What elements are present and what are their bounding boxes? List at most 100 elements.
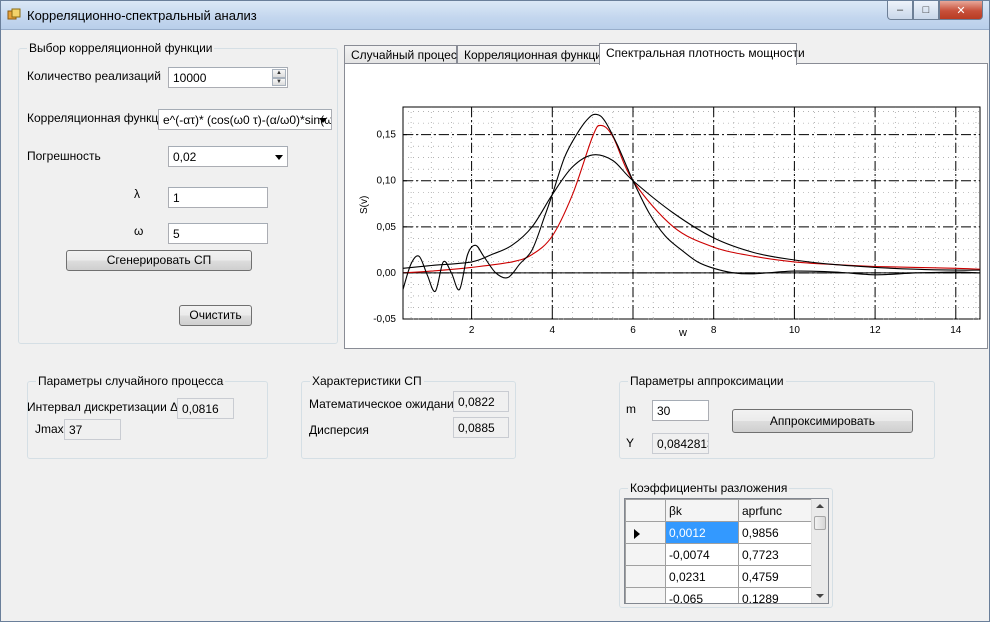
table-row[interactable]: -0,0074 0,7723 <box>625 543 812 566</box>
close-button[interactable]: ✕ <box>939 1 983 20</box>
window-title: Корреляционно-спектральный анализ <box>27 8 257 23</box>
y-field: 0,0842813 <box>652 433 709 454</box>
y-axis-label: S(v) <box>359 196 370 214</box>
table-header-row: βk aprfunc <box>625 499 812 522</box>
x-tick-label: 12 <box>870 325 882 336</box>
minimize-button[interactable]: ‒ <box>887 1 913 20</box>
table-row[interactable]: 0,0231 0,4759 <box>625 565 812 588</box>
clear-button[interactable]: Очистить <box>179 305 252 326</box>
approximate-button[interactable]: Аппроксимировать <box>732 409 913 433</box>
function-label: Корреляционная функция <box>27 111 172 125</box>
coefficients-table[interactable]: βk aprfunc 0,0012 0,9856 -0,0074 0,7723 … <box>624 498 829 604</box>
y-tick-label: 0,15 <box>377 130 397 141</box>
y-tick-label: 0,05 <box>377 222 397 233</box>
error-select[interactable]: 0,02 <box>168 146 288 167</box>
chevron-down-icon <box>275 155 283 160</box>
scroll-up-icon[interactable] <box>816 504 824 508</box>
row-header[interactable] <box>625 521 666 544</box>
x-tick-label: 14 <box>950 325 962 336</box>
error-value: 0,02 <box>173 150 197 164</box>
row-header-corner <box>625 499 666 522</box>
x-tick-label: 2 <box>469 325 475 336</box>
tab-correlation-function[interactable]: Корреляционная функция <box>457 45 609 64</box>
interval-label: Интервал дискретизации Δt <box>27 400 182 414</box>
mean-value: 0,0822 <box>458 395 495 409</box>
scroll-down-icon[interactable] <box>816 594 824 598</box>
function-select[interactable]: e^(-ατ)* (cos(ω0 τ)-(α/ω0)*sin(ω <box>158 109 332 130</box>
sp-characteristics-title: Характеристики СП <box>310 374 424 388</box>
coefficients-title: Коэффициенты разложения <box>628 481 790 495</box>
window-controls: ‒ □ ✕ <box>887 1 983 21</box>
table-scrollbar[interactable] <box>811 499 828 603</box>
tab-panel: 2 4 6 8 10 12 14 -0,05 0,00 0,05 0,10 0,15 S(v) w <box>344 63 988 349</box>
app-icon <box>7 8 21 20</box>
omega-label: ω <box>134 224 144 238</box>
row-header[interactable] <box>625 543 666 566</box>
table-cell[interactable]: 0,7723 <box>738 543 812 566</box>
variance-value: 0,0885 <box>458 421 495 435</box>
jmax-field: 37 <box>64 419 121 440</box>
y-tick-label: 0,10 <box>377 176 397 187</box>
chart-plot-area <box>402 106 981 320</box>
x-tick-label: 4 <box>550 325 556 336</box>
tab-spectral-density[interactable]: Спектральная плотность мощности <box>599 43 805 65</box>
table-cell[interactable]: 0,4759 <box>738 565 812 588</box>
scrollbar-thumb[interactable] <box>814 516 826 530</box>
spin-down-icon[interactable]: ▼ <box>272 77 286 86</box>
y-tick-label: 0,00 <box>377 268 397 279</box>
table-cell[interactable]: -0,0074 <box>665 543 739 566</box>
maximize-button[interactable]: □ <box>913 1 939 20</box>
realizations-label: Количество реализаций <box>27 69 161 83</box>
table-cell[interactable]: 0,9856 <box>738 521 812 544</box>
interval-value: 0,0816 <box>182 402 219 416</box>
table-cell[interactable]: 0,0231 <box>665 565 739 588</box>
omega-input[interactable]: 5 <box>168 223 268 244</box>
column-header-aprfunc[interactable]: aprfunc <box>738 499 812 522</box>
chevron-down-icon <box>319 118 327 123</box>
error-label: Погрешность <box>27 149 101 163</box>
y-tick-label: -0,05 <box>373 314 396 325</box>
y-label: Y <box>626 436 635 450</box>
jmax-label: Jmax <box>35 422 64 436</box>
m-value: 30 <box>657 404 671 418</box>
lambda-input[interactable]: 1 <box>168 187 268 208</box>
spin-up-icon[interactable]: ▲ <box>272 69 286 78</box>
row-header[interactable] <box>625 587 666 603</box>
variance-field: 0,0885 <box>453 417 509 438</box>
y-value: 0,0842813 <box>657 437 709 451</box>
realizations-spinner[interactable]: ▲ ▼ <box>272 69 286 86</box>
mean-field: 0,0822 <box>453 391 509 412</box>
column-header-bk[interactable]: βk <box>665 499 739 522</box>
table-row[interactable]: 0,0012 0,9856 <box>625 521 812 544</box>
generate-button[interactable]: Сгенерировать СП <box>66 250 252 271</box>
jmax-value: 37 <box>69 423 83 437</box>
realizations-value: 10000 <box>173 71 207 85</box>
x-tick-label: 6 <box>630 325 636 336</box>
title-bar[interactable]: Корреляционно-спектральный анализ ‒ □ ✕ <box>1 1 989 30</box>
spectral-density-chart: 2 4 6 8 10 12 14 -0,05 0,00 0,05 0,10 0,15 S(v) w <box>359 106 981 339</box>
process-params-title: Параметры случайного процесса <box>36 374 226 388</box>
m-label: m <box>626 402 636 416</box>
lambda-label: λ <box>134 187 140 201</box>
x-tick-label: 8 <box>711 325 717 336</box>
x-axis-label: w <box>678 327 687 339</box>
x-tick-label: 10 <box>789 325 801 336</box>
table-cell[interactable]: -0,065 <box>665 587 739 603</box>
realizations-input[interactable]: 10000 ▲ ▼ <box>168 67 288 88</box>
main-window: Корреляционно-спектральный анализ ‒ □ ✕ … <box>0 0 990 622</box>
m-input[interactable]: 30 <box>652 400 709 421</box>
function-value: e^(-ατ)* (cos(ω0 τ)-(α/ω0)*sin(ω <box>163 113 332 127</box>
interval-field: 0,0816 <box>177 398 234 419</box>
mean-label: Математическое ожидание <box>309 397 461 411</box>
row-header[interactable] <box>625 565 666 588</box>
omega-value: 5 <box>173 227 180 241</box>
lambda-value: 1 <box>173 191 180 205</box>
table-row[interactable]: -0,065 0,1289 <box>625 587 812 603</box>
table-cell[interactable]: 0,0012 <box>665 521 739 544</box>
table-cell[interactable]: 0,1289 <box>738 587 812 603</box>
variance-label: Дисперсия <box>309 423 369 437</box>
approximation-title: Параметры аппроксимации <box>628 374 786 388</box>
tab-random-process[interactable]: Случайный процесс <box>344 45 463 64</box>
current-row-icon <box>634 529 640 539</box>
correlation-group-title: Выбор корреляционной функции <box>27 41 215 55</box>
